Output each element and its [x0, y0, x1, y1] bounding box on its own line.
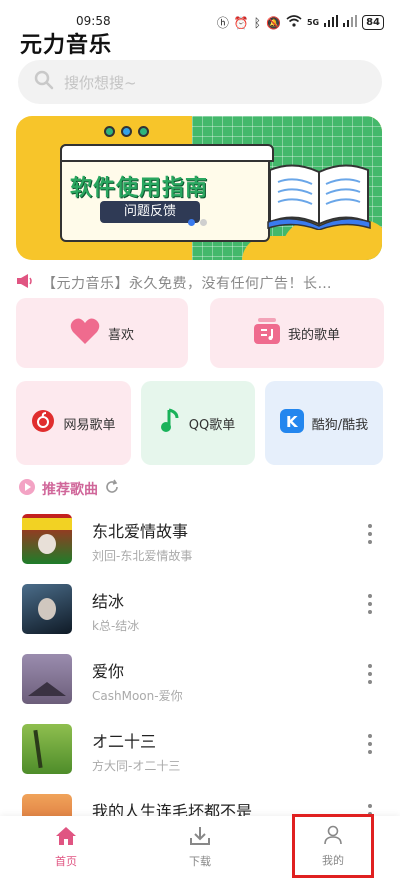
more-options-icon[interactable]	[368, 594, 372, 614]
app-title: 元力音乐	[20, 33, 113, 58]
song-artist: CashMoon-爱你	[92, 689, 183, 703]
kugou-label: 酷狗/酷我	[311, 417, 369, 433]
status-icons: ⓗ ⏰ ᛒ 🔕 5G 84	[217, 14, 384, 31]
status-time: 09:58	[76, 14, 111, 28]
banner-headline: 软件使用指南	[70, 176, 209, 201]
carousel-dot	[200, 219, 207, 226]
song-artist: 刘回-东北爱情故事	[92, 549, 193, 563]
feedback-button[interactable]: 问题反馈	[100, 201, 200, 223]
svg-text:K: K	[286, 413, 299, 431]
qq-label: QQ歌单	[188, 417, 236, 433]
song-cover	[22, 654, 72, 704]
book-illustration	[267, 164, 371, 230]
tab-mine[interactable]: 我的	[292, 814, 374, 878]
recommend-header: 推荐歌曲	[18, 478, 120, 500]
user-icon	[323, 825, 343, 848]
signal-icon	[324, 15, 339, 30]
like-button[interactable]: 喜欢	[16, 298, 188, 368]
heart-icon	[70, 317, 100, 349]
search-bar[interactable]: 搜你想搜~	[18, 60, 382, 104]
kugou-kuwo-playlist-button[interactable]: K 酷狗/酷我	[265, 381, 383, 465]
more-options-icon[interactable]	[368, 734, 372, 754]
more-options-icon[interactable]	[368, 664, 372, 684]
carousel-indicator	[188, 219, 207, 226]
bluetooth-icon: ᛒ	[253, 15, 261, 30]
tab-download-label: 下载	[189, 855, 211, 868]
tab-home[interactable]: 首页	[36, 816, 96, 879]
song-artist: k总-结冰	[92, 619, 140, 633]
banner-board-dots	[104, 126, 149, 137]
song-row[interactable]: 东北爱情故事 刘回-东北爱情故事	[0, 506, 400, 576]
announcement-text: 【元力音乐】永久免费，没有任何广告！长…	[42, 276, 332, 292]
carousel-dot-active	[188, 219, 195, 226]
alarm-icon: ⏰	[233, 15, 249, 30]
kugou-icon: K	[279, 409, 304, 437]
song-cover	[22, 584, 72, 634]
song-cover	[22, 514, 72, 564]
song-title: 东北爱情故事	[92, 522, 189, 541]
song-artist: 方大同-オ二十三	[92, 759, 181, 773]
announcement-bar[interactable]: 【元力音乐】永久免费，没有任何广告！长…	[16, 272, 382, 294]
battery-indicator: 84	[362, 15, 384, 30]
more-options-icon[interactable]	[368, 524, 372, 544]
hd-icon: ⓗ	[216, 16, 229, 30]
tab-mine-label: 我的	[322, 853, 344, 867]
tab-download[interactable]: 下载	[170, 816, 230, 879]
wifi-icon	[286, 15, 302, 30]
megaphone-icon	[16, 273, 34, 293]
status-bar: 09:58 ⓗ ⏰ ᛒ 🔕 5G 84	[0, 0, 400, 31]
song-title: 结冰	[92, 592, 125, 611]
bottom-tab-bar: 首页 下载 我的	[0, 814, 400, 879]
mute-icon: 🔕	[265, 15, 281, 30]
like-label: 喜欢	[107, 327, 134, 343]
home-icon	[55, 826, 77, 849]
search-input[interactable]: 搜你想搜~	[64, 72, 137, 93]
song-title: オ二十三	[92, 732, 157, 751]
signal-label: 5G	[306, 18, 320, 27]
netease-playlist-button[interactable]: 网易歌单	[16, 381, 131, 465]
qq-playlist-button[interactable]: QQ歌单	[141, 381, 255, 465]
tab-home-label: 首页	[55, 855, 77, 868]
song-row[interactable]: 结冰 k总-结冰	[0, 576, 400, 646]
playlist-label: 我的歌单	[287, 327, 340, 343]
playlist-icon	[253, 318, 280, 348]
signal-icon-2	[343, 15, 358, 30]
recommend-title: 推荐歌曲	[42, 482, 98, 498]
refresh-icon[interactable]	[104, 479, 120, 499]
play-circle-icon	[18, 478, 36, 500]
song-title: 爱你	[92, 662, 125, 681]
search-icon	[34, 70, 54, 94]
my-playlist-button[interactable]: 我的歌单	[210, 298, 384, 368]
netease-label: 网易歌单	[63, 417, 116, 433]
download-icon	[189, 826, 211, 849]
song-row[interactable]: 爱你 CashMoon-爱你	[0, 646, 400, 716]
banner-carousel[interactable]: 软件使用指南 问题反馈	[16, 116, 382, 260]
song-cover	[22, 724, 72, 774]
netease-music-icon	[31, 409, 55, 437]
song-row[interactable]: オ二十三 方大同-オ二十三	[0, 716, 400, 786]
qq-music-icon	[160, 408, 181, 438]
